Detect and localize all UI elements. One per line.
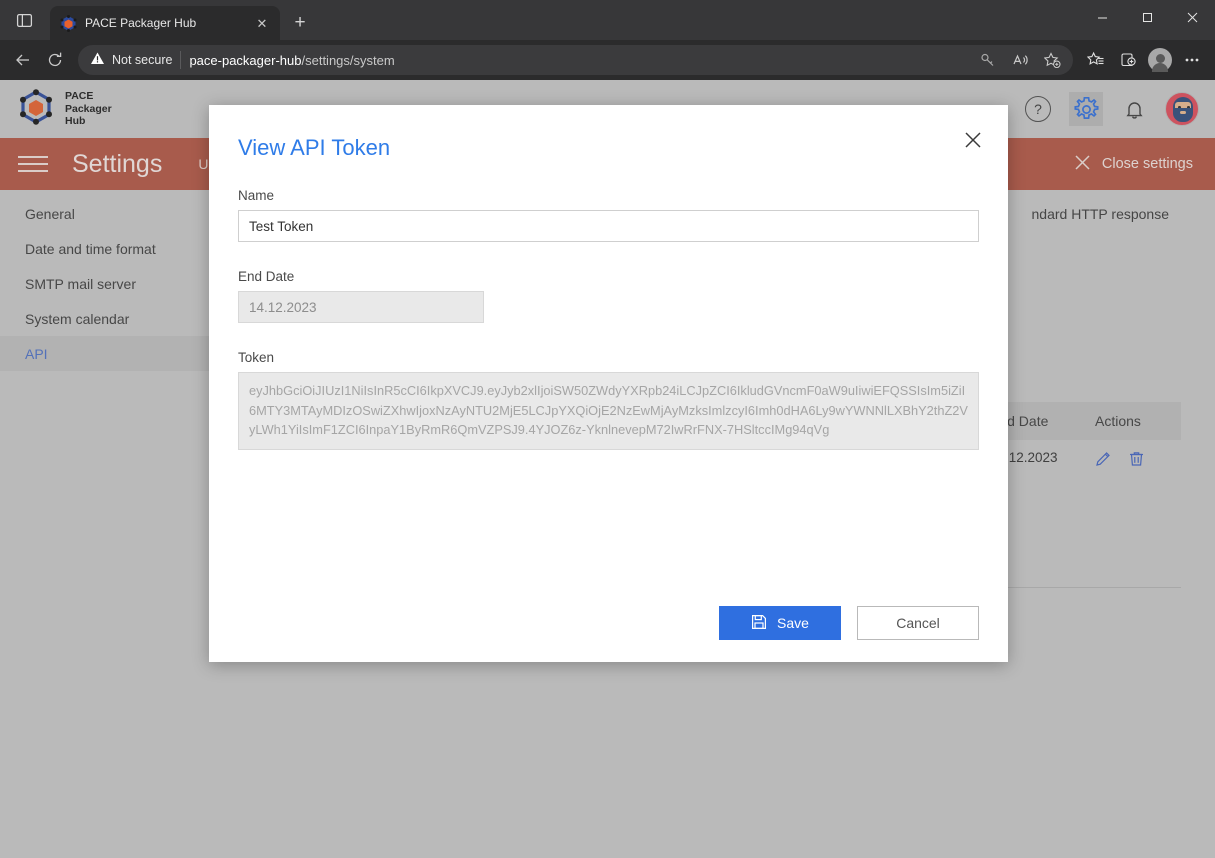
dialog-title: View API Token (238, 135, 391, 160)
window-controls (1080, 0, 1215, 40)
key-icon[interactable] (973, 45, 1003, 75)
add-favorite-icon[interactable] (1037, 45, 1067, 75)
security-status[interactable]: Not secure (90, 51, 172, 69)
url-text: pace-packager-hub/settings/system (189, 53, 394, 68)
app-viewport: PACE Packager Hub ? Settings U Close set… (0, 80, 1215, 858)
name-field[interactable] (238, 210, 979, 242)
browser-titlebar: PACE Packager Hub ✕ + (0, 0, 1215, 40)
name-label: Name (238, 188, 275, 203)
tab-sidebar-icon[interactable] (4, 0, 44, 40)
new-tab-button[interactable]: + (286, 9, 314, 37)
end-date-field[interactable] (238, 291, 484, 323)
back-arrow-icon[interactable] (8, 45, 38, 75)
save-button[interactable]: Save (719, 606, 841, 640)
pace-cube-icon (60, 14, 77, 32)
collections-icon[interactable] (1113, 45, 1143, 75)
token-field[interactable]: eyJhbGciOiJIUzI1NiIsInR5cCI6IkpXVCJ9.eyJ… (238, 372, 979, 450)
window-minimize-button[interactable] (1080, 0, 1125, 34)
more-icon[interactable] (1177, 45, 1207, 75)
cancel-button[interactable]: Cancel (857, 606, 979, 640)
window-close-button[interactable] (1170, 0, 1215, 34)
address-bar[interactable]: Not secure pace-packager-hub/settings/sy… (78, 45, 1073, 75)
url-host: pace-packager-hub (189, 52, 302, 68)
save-label: Save (777, 615, 809, 631)
favorites-icon[interactable] (1081, 45, 1111, 75)
security-label: Not secure (112, 53, 173, 67)
browser-window: PACE Packager Hub ✕ + Not secure pace-pa… (0, 0, 1215, 858)
browser-tab[interactable]: PACE Packager Hub ✕ (50, 6, 280, 40)
view-api-token-dialog: View API Token Name End Date Token eyJhb… (209, 105, 1008, 662)
tab-title: PACE Packager Hub (85, 16, 197, 30)
warning-triangle-icon (90, 51, 105, 69)
dialog-actions: Save Cancel (719, 606, 979, 640)
window-maximize-button[interactable] (1125, 0, 1170, 34)
read-aloud-icon[interactable] (1005, 45, 1035, 75)
end-date-label: End Date (238, 269, 295, 284)
browser-toolbar: Not secure pace-packager-hub/settings/sy… (0, 40, 1215, 80)
omnibox-divider (180, 51, 182, 69)
dialog-close-icon[interactable] (960, 127, 986, 153)
tab-close-icon[interactable]: ✕ (252, 13, 272, 33)
save-disk-icon (751, 614, 767, 633)
profile-icon[interactable] (1145, 45, 1175, 75)
url-path: /settings/system (301, 52, 395, 68)
token-label: Token (238, 350, 275, 365)
omnibox-icons (973, 45, 1067, 75)
reload-icon[interactable] (40, 45, 70, 75)
